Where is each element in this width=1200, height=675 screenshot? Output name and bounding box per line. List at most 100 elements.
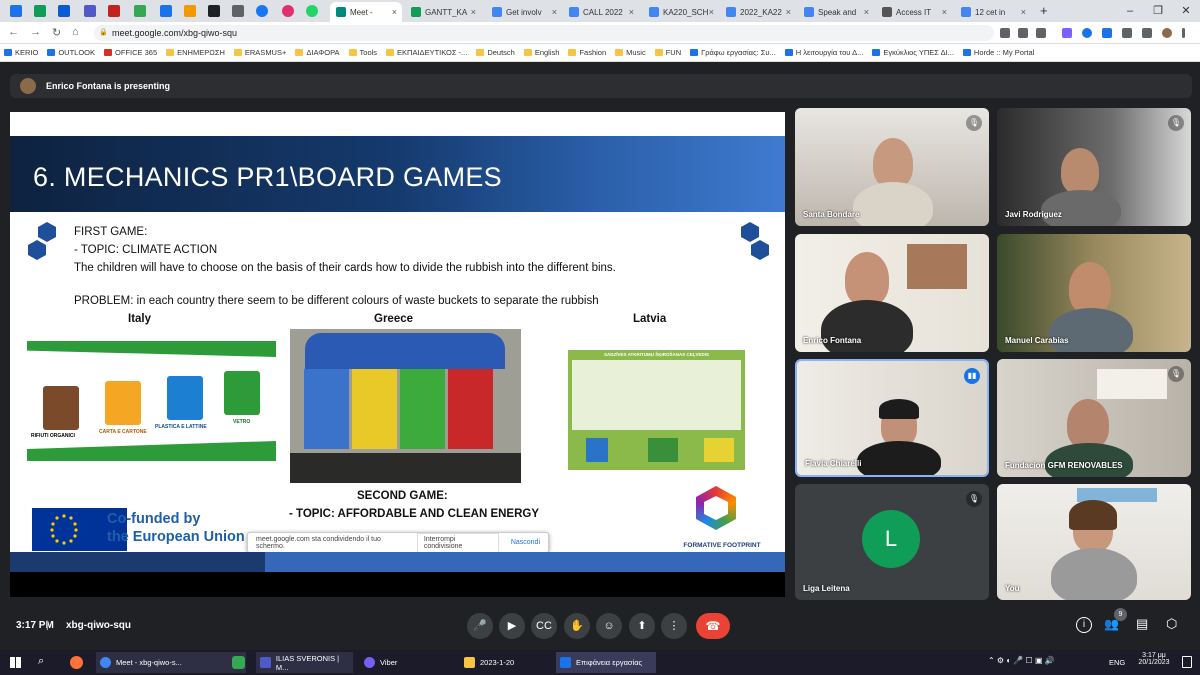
shared-screen[interactable]: 6. MECHANICS PR1\BOARD GAMES FIRST GAME:… [10,112,785,597]
taskbar-item-teams[interactable]: ILIAS SVERONIS | M... [256,652,353,673]
bookmark-item[interactable]: Η λειτουργία του Δ... [784,48,863,57]
pinned-tab-icon[interactable] [58,5,70,17]
minimize-icon[interactable]: – [1116,0,1144,22]
pinned-tab-icon[interactable] [208,5,220,17]
star-icon[interactable] [1036,28,1046,38]
bookmark-item[interactable]: KERIO [4,48,38,57]
stop-sharing-button[interactable]: Interrompi condivisione [416,532,499,553]
more-options-icon[interactable]: ⋮ [661,613,687,639]
bookmark-item[interactable]: ΕΝΗΜΕΡΩΣΗ [166,48,225,57]
extension-icon[interactable] [1082,28,1092,38]
bookmark-item[interactable]: OUTLOOK [47,48,95,57]
browser-tab[interactable]: Access IT × [876,2,952,22]
app-icon[interactable] [232,656,245,669]
menu-icon[interactable] [1182,28,1185,38]
participant-tile-self[interactable]: You [997,484,1191,600]
profile-avatar[interactable] [1162,28,1172,38]
camera-icon[interactable] [1000,28,1010,38]
pinned-tab-icon[interactable] [160,5,172,17]
bookmark-item[interactable]: FUN [654,48,681,57]
participant-tile[interactable]: 🎙 Javi Rodriguez [997,108,1191,226]
pinned-tab-icon[interactable] [84,5,96,17]
new-tab-button[interactable]: + [1040,3,1048,18]
info-icon[interactable]: i [1076,617,1092,633]
tab-close-icon[interactable]: × [709,7,714,17]
browser-tab[interactable]: KA220_SCH × [643,2,719,22]
taskbar-item-desktop[interactable]: Επιφάνεια εργασίας [556,652,656,673]
browser-tab[interactable]: GANTT_KA × [405,2,481,22]
windows-start-icon[interactable] [10,657,21,668]
share-icon[interactable] [1018,28,1028,38]
tab-close-icon[interactable]: × [786,7,791,17]
firefox-icon[interactable] [70,656,83,669]
puzzle-icon[interactable] [1122,28,1132,38]
pinned-tab-icon[interactable] [108,5,120,17]
participant-tile[interactable]: 🎙 Santa Bondare [795,108,989,226]
browser-tab[interactable]: 2022_KA22 × [720,2,796,22]
pinned-tab-icon[interactable] [34,5,46,17]
facebook-tab-icon[interactable] [256,5,268,17]
camera-icon[interactable]: ▶ [499,613,525,639]
pinned-tab-icon[interactable] [232,5,244,17]
emoji-icon[interactable]: ☺ [596,613,622,639]
maximize-icon[interactable]: ❐ [1144,0,1172,22]
present-icon[interactable]: ⬆ [629,613,655,639]
chat-icon[interactable]: ▤ [1136,616,1148,632]
tab-close-icon[interactable]: × [1021,7,1026,17]
participant-tile[interactable]: Manuel Carabias [997,234,1191,352]
reload-icon[interactable]: ↻ [52,26,61,39]
bookmark-item[interactable]: Fashion [568,48,606,57]
browser-tab[interactable]: Speak and × [798,2,874,22]
captions-icon[interactable]: CC [531,613,557,639]
tab-close-icon[interactable]: × [392,7,397,17]
bookmark-item[interactable]: Γράφω εργασίας: Συ... [690,48,776,57]
tab-close-icon[interactable]: × [942,7,947,17]
extension-icon[interactable] [1062,28,1072,38]
tab-close-icon[interactable]: × [864,7,869,17]
participant-tile-speaking[interactable]: ▮▮ Flavia Chiarelli [795,359,989,477]
tab-close-icon[interactable]: × [471,7,476,17]
bookmark-item[interactable]: Horde :: My Portal [962,48,1034,57]
raise-hand-icon[interactable]: ✋ [564,613,590,639]
home-icon[interactable]: ⌂ [72,26,79,38]
language-indicator[interactable]: ENG [1109,658,1125,667]
browser-tab[interactable]: CALL 2022 × [563,2,639,22]
tab-close-icon[interactable]: × [552,7,557,17]
bookmark-item[interactable]: ΕΚΠΑΙΔΕΥΤΙΚΟΣ -... [386,48,467,57]
microphone-icon[interactable]: 🎤 [467,613,493,639]
bookmark-item[interactable]: Εγκύκλιος ΥΠΕΣ ΔΙ... [872,48,954,57]
browser-tab[interactable]: 12 cet in × [955,2,1031,22]
forward-icon[interactable]: → [30,26,41,38]
bookmark-item[interactable]: ERASMUS+ [233,48,286,57]
clock[interactable]: 3:17 μμ 20/1/2023 [1134,652,1174,666]
participant-tile[interactable]: L 🎙 Liga Leitena [795,484,989,600]
taskbar-item-meet[interactable]: Meet - xbg-qiwo-s... [96,652,246,673]
taskbar-item-viber[interactable]: Viber [360,652,450,673]
pinned-tab-icon[interactable] [134,5,146,17]
bookmark-item[interactable]: Deutsch [476,48,515,57]
end-call-button[interactable]: ☎ [696,613,730,639]
hide-button[interactable]: Nascondi [503,539,548,546]
pinned-tab-icon[interactable] [184,5,196,17]
activities-icon[interactable]: ⬡ [1166,616,1177,632]
bookmark-item[interactable]: OFFICE 365 [104,48,157,57]
extension-icon[interactable] [1102,28,1112,38]
bookmark-item[interactable]: ΔΙΑΦΟΡΑ [295,48,340,57]
close-icon[interactable]: ✕ [1172,0,1200,22]
pinned-tab-icon[interactable] [10,5,22,17]
search-icon[interactable]: ⌕ [38,655,44,668]
bookmark-item[interactable]: English [523,48,559,57]
participant-tile[interactable]: Enrico Fontana [795,234,989,352]
tab-close-icon[interactable]: × [629,7,634,17]
sidepanel-icon[interactable] [1142,28,1152,38]
notifications-icon[interactable] [1182,656,1192,668]
participant-tile[interactable]: 🎙 Fundacion GFM RENOVABLES [997,359,1191,477]
bookmark-item[interactable]: Tools [348,48,377,57]
instagram-tab-icon[interactable] [282,5,294,17]
bookmark-item[interactable]: Music [615,48,646,57]
whatsapp-tab-icon[interactable] [306,5,318,17]
back-icon[interactable]: ← [8,26,19,38]
url-input[interactable]: meet.google.com/xbg-qiwo-squ [94,25,994,41]
taskbar-item-folder[interactable]: 2023-1-20 [460,652,550,673]
browser-tab[interactable]: Get involv × [486,2,562,22]
